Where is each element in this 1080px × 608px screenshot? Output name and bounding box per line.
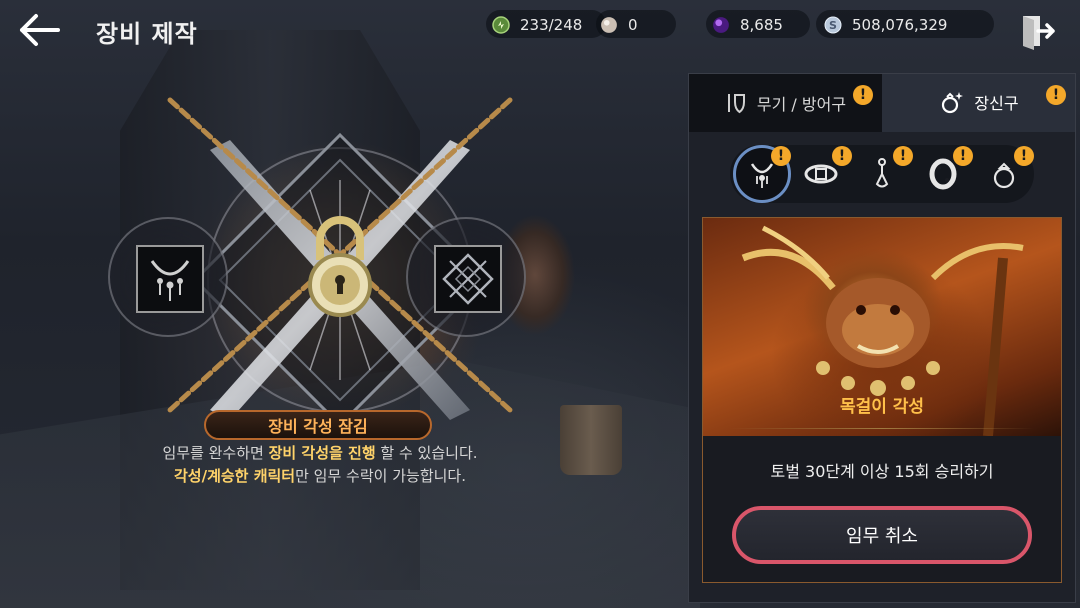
lock-description-line1: 임무를 완수하면 장비 각성을 진행 할 수 있습니다. [110, 442, 530, 463]
wooden-bucket [560, 405, 622, 475]
currency-silver: S 508,076,329 [824, 14, 947, 36]
tab-accessory[interactable]: 장신구 [882, 74, 1075, 132]
alert-badge-necklace: ! [771, 146, 791, 166]
awakening-locked-banner: 장비 각성 잠김 [204, 410, 432, 440]
alert-badge-ring: ! [1014, 146, 1034, 166]
top-bar: 장비 제작 233/248 0 8,685 S 508,076,329 [0, 0, 1080, 58]
currency-purple-gem: 8,685 [712, 14, 783, 36]
awakening-rune-icon [442, 253, 494, 305]
pearl-icon [601, 17, 617, 33]
necklace-icon [150, 260, 190, 301]
emblem-slot-necklace [108, 217, 228, 337]
currency-pearl: 0 [600, 14, 638, 36]
exit-door-icon [1023, 16, 1055, 50]
necklace-slot-box [136, 245, 204, 313]
sword-shield-icon [727, 94, 745, 114]
purple-gem-icon [713, 17, 729, 33]
lock-desc1-text-a: 임무를 완수하면 [162, 444, 269, 462]
svg-text:S: S [829, 19, 837, 32]
pearl-value: 0 [628, 16, 638, 34]
silver-value: 508,076,329 [852, 16, 948, 34]
alert-badge-earring: ! [893, 146, 913, 166]
card-title: 목걸이 각성 [839, 397, 925, 417]
lock-desc2-text-b: 만 임무 수락이 가능합니다. [295, 467, 466, 485]
lock-desc1-text-b: 할 수 있습니다. [375, 444, 478, 462]
purple-gem-value: 8,685 [740, 16, 783, 34]
alert-badge-belt: ! [832, 146, 852, 166]
awakening-slot-box [434, 245, 502, 313]
stamina-icon [492, 16, 510, 34]
lock-desc2-highlight: 각성/계승한 캐릭터 [174, 467, 296, 485]
stamina-value: 233/248 [520, 16, 583, 34]
alert-badge-weapon-tab: ! [853, 85, 873, 105]
exit-button[interactable] [1020, 12, 1056, 50]
alert-badge-bracelet: ! [953, 146, 973, 166]
silver-coin-icon: S [824, 16, 842, 34]
mission-requirement: 토벌 30단계 이상 15회 승리하기 [770, 462, 994, 481]
emblem-slot-awakening [406, 217, 526, 337]
tab-accessory-label: 장신구 [974, 94, 1019, 113]
ring-sparkle-icon [942, 92, 964, 114]
currency-stamina: 233/248 [492, 14, 582, 36]
alert-badge-accessory-tab: ! [1046, 85, 1066, 105]
lock-description-line2: 각성/계승한 캐릭터만 임무 수락이 가능합니다. [110, 465, 530, 486]
page-title: 장비 제작 [96, 20, 198, 48]
cancel-mission-button[interactable]: 임무 취소 [732, 506, 1032, 564]
tab-weapon-armor[interactable]: 무기 / 방어구 [689, 74, 882, 132]
lock-desc1-highlight: 장비 각성을 진행 [268, 444, 376, 462]
card-divider [730, 428, 1034, 429]
tab-weapon-armor-label: 무기 / 방어구 [756, 95, 847, 114]
back-arrow-icon [20, 14, 60, 46]
back-button[interactable] [18, 12, 62, 48]
